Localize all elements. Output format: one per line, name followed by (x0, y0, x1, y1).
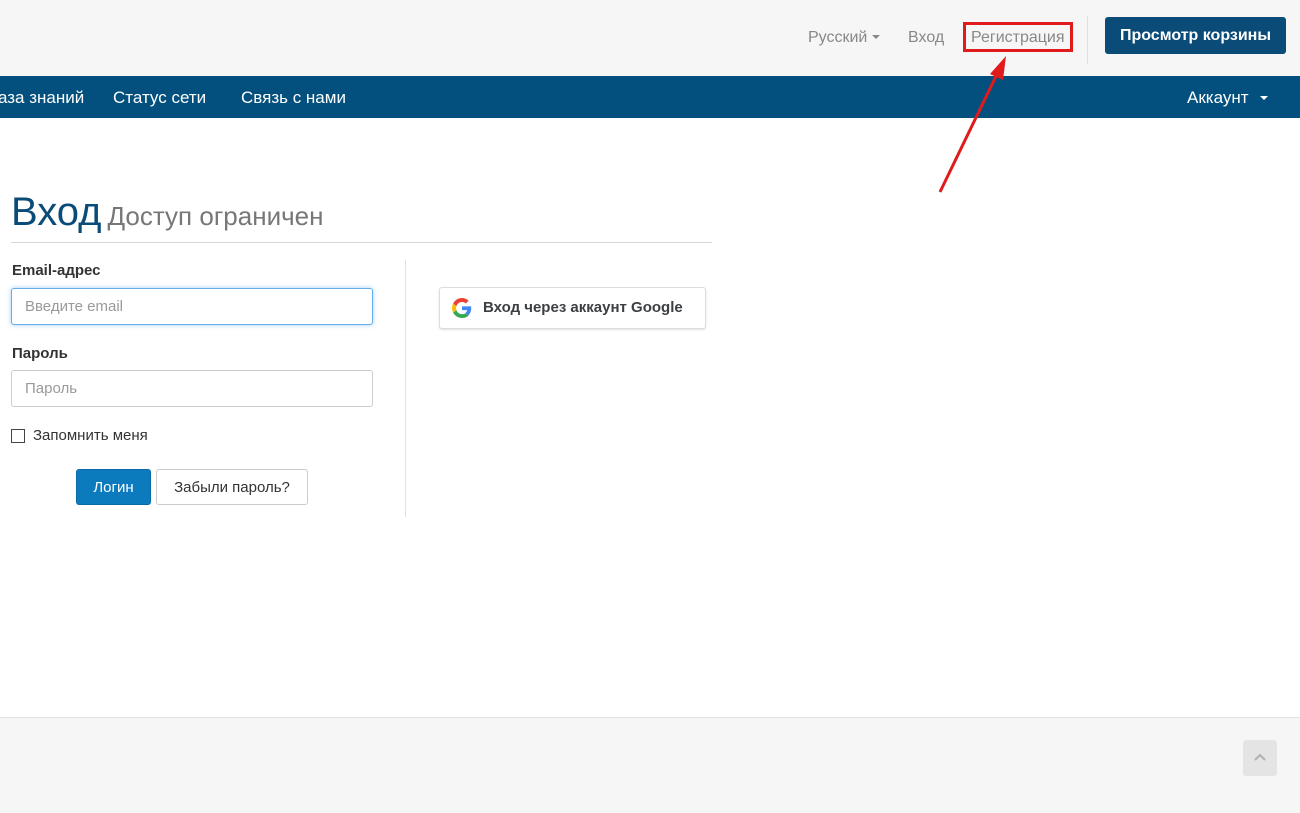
language-selector[interactable]: Русский (808, 29, 881, 47)
scroll-to-top-button[interactable] (1243, 740, 1277, 776)
remember-me-checkbox[interactable] (11, 429, 25, 443)
page-heading: Вход Доступ ограничен (11, 190, 323, 235)
page-title: Вход (11, 190, 102, 234)
email-field[interactable] (11, 288, 373, 325)
top-bar: Русский Вход Регистрация Просмотр корзин… (0, 0, 1300, 76)
password-field[interactable] (11, 370, 373, 407)
password-label: Пароль (12, 345, 68, 362)
topbar-divider (1087, 16, 1088, 64)
nav-item-network-status[interactable]: Статус сети (113, 88, 206, 108)
login-button[interactable]: Логин (76, 469, 151, 505)
google-icon (452, 298, 472, 318)
column-divider (405, 260, 406, 517)
caret-down-icon (1259, 95, 1268, 100)
login-link[interactable]: Вход (908, 29, 944, 47)
language-label: Русский (808, 29, 868, 46)
nav-item-contact-us[interactable]: Связь с нами (241, 88, 346, 108)
page-subtitle: Доступ ограничен (107, 201, 324, 231)
google-signin-button[interactable]: Вход через аккаунт Google (439, 287, 706, 329)
chevron-up-icon (1254, 753, 1266, 761)
heading-divider (11, 242, 712, 243)
email-label: Email-адрес (12, 262, 101, 279)
caret-down-icon (872, 34, 881, 39)
forgot-password-button[interactable]: Забыли пароль? (156, 469, 308, 505)
nav-item-account[interactable]: Аккаунт (1187, 88, 1268, 108)
footer (0, 717, 1300, 813)
google-signin-label: Вход через аккаунт Google (483, 299, 683, 316)
view-cart-button[interactable]: Просмотр корзины (1105, 17, 1286, 54)
remember-me-label[interactable]: Запомнить меня (33, 427, 148, 444)
nav-item-knowledgebase[interactable]: аза знаний (0, 88, 84, 108)
account-label: Аккаунт (1187, 88, 1249, 107)
annotation-highlight-box (963, 22, 1073, 52)
main-navbar: аза знаний Статус сети Связь с нами Акка… (0, 76, 1300, 118)
